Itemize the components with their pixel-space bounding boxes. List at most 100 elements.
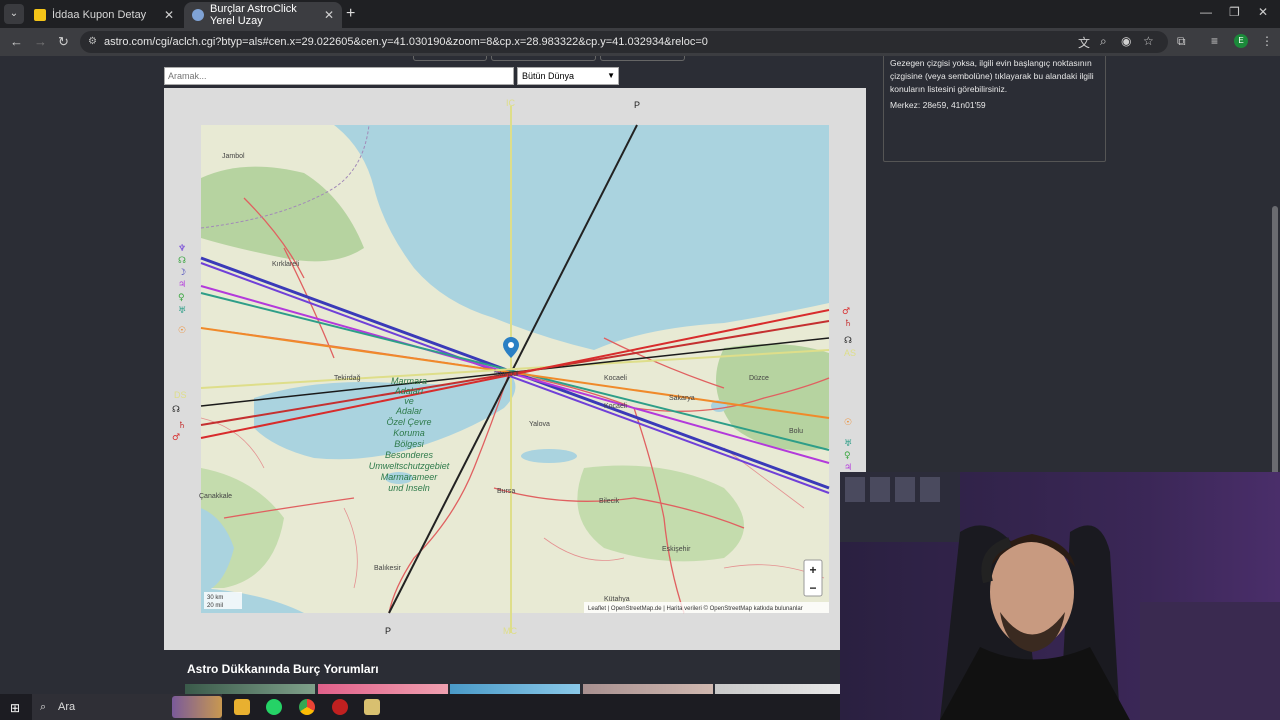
mc-label: MC [503, 626, 517, 636]
ic-label: IC [506, 98, 516, 108]
forward-icon[interactable]: → [34, 34, 47, 49]
astro-map[interactable]: Jambol Kırklareli Tekirdağ İstanbul Koca… [164, 88, 866, 650]
tab-title: Burçlar AstroClick Yerel Uzay [210, 3, 297, 27]
saturn-glyph-icon[interactable]: ♄ [178, 421, 186, 431]
translate-icon[interactable]: 文 [1078, 34, 1090, 51]
whatsapp-icon[interactable] [266, 699, 282, 715]
place-label: Tekirdağ [334, 375, 361, 382]
marmara-label: Adalar [395, 406, 423, 416]
product-thumbnail[interactable] [318, 684, 448, 694]
zoom-in-button[interactable]: + [809, 563, 816, 577]
product-thumbnail[interactable] [583, 684, 713, 694]
marmara-label: Bölgesi [394, 439, 425, 449]
pluto-top-label: P [634, 100, 640, 110]
url-text: astro.com/cgi/aclch.cgi?btyp=als#cen.x=2… [104, 36, 708, 48]
taskbar: ⊞ ⌕ Ara [0, 694, 840, 720]
search-highlight-image[interactable] [172, 696, 222, 718]
close-tab-icon[interactable]: ✕ [164, 8, 174, 22]
place-label: İstanbul [494, 369, 519, 378]
app-icon[interactable] [364, 699, 380, 715]
iddaa-favicon-icon [34, 9, 46, 21]
tab-astro[interactable]: Burçlar AstroClick Yerel Uzay ✕ [184, 2, 342, 28]
top-tab-button[interactable] [600, 56, 685, 61]
marmara-label: Özel Çevre [386, 417, 431, 427]
marmara-label: Koruma [393, 428, 425, 438]
place-label: Bursa [497, 488, 515, 495]
node-glyph-icon[interactable]: ☊ [178, 256, 186, 266]
place-label: Kütahya [604, 596, 630, 603]
eye-off-icon[interactable]: ◉ [1121, 34, 1131, 48]
mars-glyph-icon[interactable]: ♂ [172, 433, 180, 443]
sun-glyph-icon[interactable]: ☉ [178, 326, 186, 336]
search-input[interactable] [164, 67, 514, 85]
chevron-down-icon: ▼ [607, 71, 615, 80]
place-label: Yalova [529, 421, 550, 428]
venus-glyph-icon[interactable]: ♀ [844, 451, 851, 461]
webcam-feed [840, 472, 1280, 720]
bookmark-star-icon[interactable]: ☆ [1143, 34, 1154, 48]
back-icon[interactable]: ← [10, 34, 23, 49]
close-window-icon[interactable]: ✕ [1258, 5, 1268, 19]
product-thumbnail[interactable] [185, 684, 315, 694]
place-label: Kırklareli [272, 261, 300, 268]
neptune-glyph-icon[interactable]: ♆ [178, 244, 186, 254]
product-thumbnail[interactable] [715, 684, 840, 694]
minimize-icon[interactable]: — [1200, 5, 1212, 19]
top-tab-button[interactable] [413, 56, 487, 61]
place-label: Sakarya [669, 395, 695, 402]
menu-icon[interactable]: ⋮ [1261, 34, 1273, 48]
place-label: Bilecik [599, 498, 620, 505]
address-bar[interactable]: ⚙ astro.com/cgi/aclch.cgi?btyp=als#cen.x… [80, 31, 1168, 53]
zoom-out-button[interactable]: − [809, 581, 816, 595]
node-glyph-icon[interactable]: ☊ [172, 405, 180, 415]
top-tab-button[interactable] [491, 56, 596, 61]
profile-avatar[interactable]: E [1234, 34, 1248, 48]
marmara-label: Adaları [394, 386, 424, 396]
uranus-glyph-icon[interactable]: ♅ [844, 439, 852, 449]
chrome-icon[interactable] [299, 699, 315, 715]
app-icon[interactable] [332, 699, 348, 715]
zoom-icon[interactable]: ⌕ [1100, 34, 1107, 49]
saturn-glyph-icon[interactable]: ♄ [844, 319, 852, 329]
tab-search-button[interactable]: ⌄ [4, 4, 24, 24]
media-icon[interactable]: ≡ [1211, 34, 1218, 48]
info-text: Gezegen çizgisi yoksa, ilgili evin başla… [890, 58, 1094, 94]
venus-glyph-icon[interactable]: ♀ [178, 293, 185, 303]
map-svg[interactable]: Jambol Kırklareli Tekirdağ İstanbul Koca… [164, 88, 866, 650]
moon-glyph-icon[interactable]: ☽ [178, 268, 186, 278]
lake [521, 449, 577, 463]
extensions-icon[interactable]: ⧉ [1177, 34, 1186, 49]
marker-dot [508, 342, 514, 348]
region-select-value: Bütün Dünya [522, 71, 575, 81]
search-icon: ⌕ [40, 701, 47, 713]
section-title: Astro Dükkanında Burç Yorumları [187, 662, 379, 676]
marmara-label: Marmara [391, 376, 427, 386]
sun-glyph-icon[interactable]: ☉ [844, 418, 852, 428]
place-label: Balıkesir [374, 565, 402, 572]
reload-icon[interactable]: ↻ [58, 34, 69, 50]
scale-mi: 20 mil [207, 603, 223, 609]
marmara-label: Marmarameer [381, 472, 439, 482]
new-tab-button[interactable]: + [346, 5, 355, 23]
uranus-glyph-icon[interactable]: ♅ [178, 306, 186, 316]
product-thumbnail[interactable] [450, 684, 580, 694]
as-label: AS [844, 348, 856, 358]
mars-glyph-icon[interactable]: ♂ [842, 307, 850, 317]
tab-iddaa[interactable]: İddaa Kupon Detay ✕ [26, 2, 182, 28]
map-attribution[interactable]: Leaflet | OpenStreetMap.de | Harita veri… [588, 605, 803, 612]
restore-icon[interactable]: ❐ [1229, 5, 1240, 19]
place-label: Bolu [789, 428, 803, 435]
windows-start-icon[interactable]: ⊞ [10, 701, 20, 715]
region-select[interactable]: Bütün Dünya ▼ [517, 67, 619, 85]
jupiter-glyph-icon[interactable]: ♃ [178, 280, 186, 290]
file-explorer-icon[interactable] [234, 699, 250, 715]
center-coordinates: Merkez: 28e59, 41n01'59 [890, 100, 986, 110]
marmara-label: Umweltschutzgebiet [369, 461, 450, 471]
site-info-icon[interactable]: ⚙ [88, 31, 97, 53]
scroll-thumb[interactable] [1272, 206, 1278, 476]
marmara-label: Besonderes [385, 450, 434, 460]
node-glyph-icon[interactable]: ☊ [844, 336, 852, 346]
ds-label: DS [174, 390, 187, 400]
scale-km: 30 km [207, 595, 223, 601]
close-tab-icon[interactable]: ✕ [324, 8, 334, 22]
